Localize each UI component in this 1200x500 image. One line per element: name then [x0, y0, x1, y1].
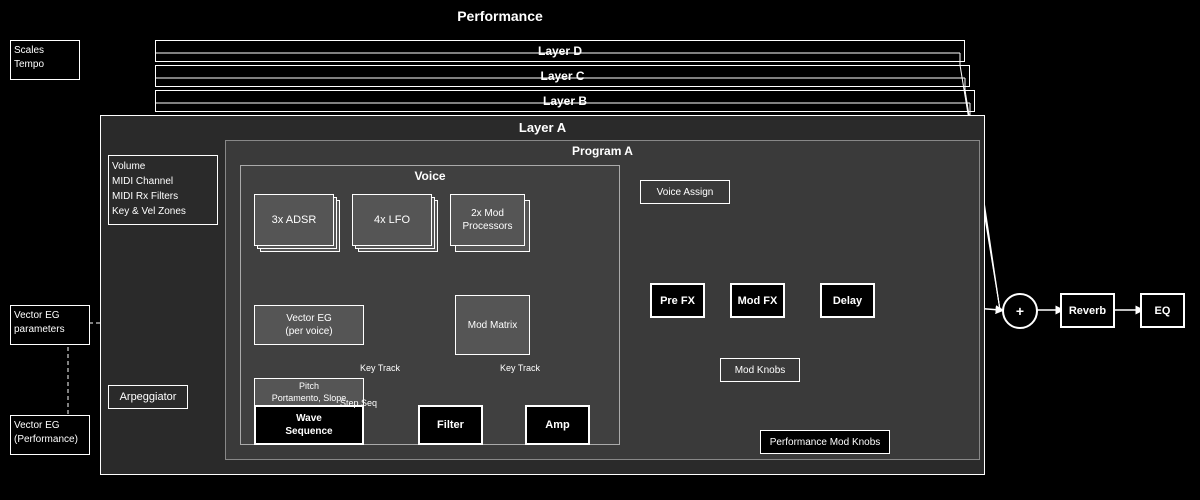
amp-box: Amp	[525, 405, 590, 445]
delay-box: Delay	[820, 283, 875, 318]
layer-d-box: Layer D	[155, 40, 965, 62]
eq-label: EQ	[1155, 305, 1171, 317]
wave-sequence-box: WaveSequence	[254, 405, 364, 445]
filter-box: Filter	[418, 405, 483, 445]
vector-eg-perf-box: Vector EG(Performance)	[10, 415, 90, 455]
voice-assign-label: Voice Assign	[657, 187, 714, 198]
layer-b-label: Layer B	[543, 94, 587, 108]
program-a-title: Program A	[226, 141, 979, 158]
vector-eg-perf-label: Vector EG(Performance)	[14, 420, 78, 445]
pre-fx-label: Pre FX	[660, 295, 695, 307]
mod-proc-label: 2x ModProcessors	[462, 207, 512, 233]
key-track-2-label: Key Track	[500, 363, 540, 373]
mod-matrix-label: Mod Matrix	[468, 320, 517, 331]
performance-title: Performance	[0, 8, 1000, 24]
delay-label: Delay	[833, 295, 862, 307]
mod-knobs-box: Mod Knobs	[720, 358, 800, 382]
key-track-1-label: Key Track	[360, 363, 400, 373]
scales-tempo-label: ScalesTempo	[14, 45, 44, 70]
lfo-label: 4x LFO	[374, 214, 410, 226]
lfo-box-1: 4x LFO	[352, 194, 432, 246]
reverb-box: Reverb	[1060, 293, 1115, 328]
vector-eg-voice-box: Vector EG(per voice)	[254, 305, 364, 345]
amp-label: Amp	[545, 419, 569, 431]
arpeggiator-box: Arpeggiator	[108, 385, 188, 409]
vector-eg-params-label: Vector EGparameters	[14, 310, 65, 335]
scales-tempo-box: ScalesTempo	[10, 40, 80, 80]
layer-d-label: Layer D	[538, 44, 582, 58]
eq-box: EQ	[1140, 293, 1185, 328]
layer-a-params-box: VolumeMIDI ChannelMIDI Rx FiltersKey & V…	[108, 155, 218, 225]
vector-eg-voice-label: Vector EG(per voice)	[285, 312, 332, 338]
step-seq-label: Step Seq	[340, 398, 377, 408]
mod-fx-label: Mod FX	[738, 295, 778, 307]
voice-assign-box: Voice Assign	[640, 180, 730, 204]
layer-a-params-label: VolumeMIDI ChannelMIDI Rx FiltersKey & V…	[112, 161, 186, 217]
reverb-label: Reverb	[1069, 305, 1106, 317]
filter-label: Filter	[437, 419, 464, 431]
perf-mod-knobs-box: Performance Mod Knobs	[760, 430, 890, 454]
layer-c-label: Layer C	[540, 69, 584, 83]
layer-a-label: Layer A	[101, 116, 984, 135]
mod-proc-box-1: 2x ModProcessors	[450, 194, 525, 246]
adsr-label: 3x ADSR	[272, 214, 317, 226]
layer-b-box: Layer B	[155, 90, 975, 112]
pitch-label: PitchPortamento, Slope	[272, 381, 347, 404]
mixer-circle: +	[1002, 293, 1038, 329]
layer-c-box: Layer C	[155, 65, 970, 87]
voice-title: Voice	[241, 166, 619, 183]
vector-eg-params-box: Vector EGparameters	[10, 305, 90, 345]
mixer-label: +	[1016, 303, 1024, 319]
wave-sequence-label: WaveSequence	[285, 412, 332, 438]
mod-fx-box: Mod FX	[730, 283, 785, 318]
adsr-box-1: 3x ADSR	[254, 194, 334, 246]
mod-knobs-label: Mod Knobs	[735, 365, 786, 376]
pre-fx-box: Pre FX	[650, 283, 705, 318]
perf-mod-knobs-label: Performance Mod Knobs	[770, 437, 881, 448]
arpeggiator-label: Arpeggiator	[120, 391, 177, 403]
mod-matrix-box: Mod Matrix	[455, 295, 530, 355]
